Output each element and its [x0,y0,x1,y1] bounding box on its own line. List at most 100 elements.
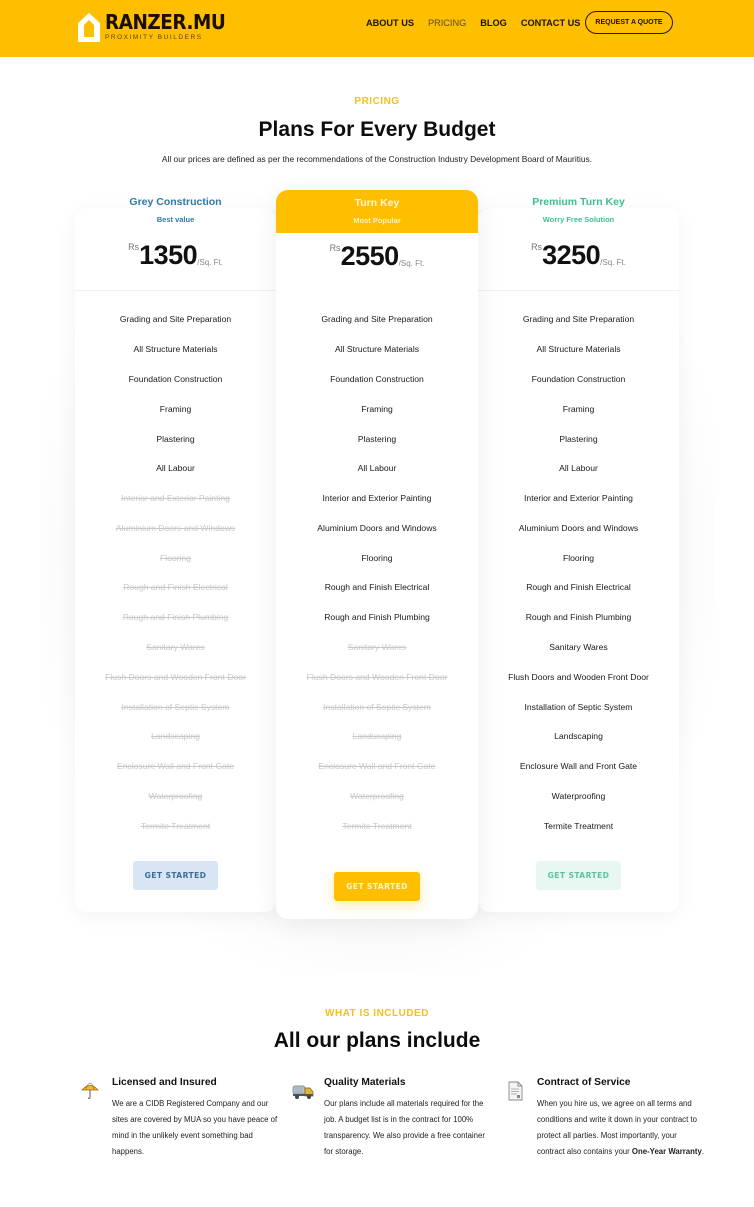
included-eyebrow: WHAT IS INCLUDED [325,1008,429,1019]
included-title: All our plans include [273,1029,481,1052]
plan-feature-item: Enclosure Wall and Front Gate [116,761,235,772]
nav-about-us[interactable]: ABOUT US [366,16,414,30]
feature-title: Licensed and Insured [112,1077,217,1088]
plan-feature-item: Rough and Finish Plumbing [324,612,430,623]
house-icon [78,13,100,42]
plan-feature-item: Termite Treatment [543,820,614,831]
plan-feature-item: Rough and Finish Electrical [526,582,631,593]
plan-feature-item: Flooring [361,552,393,563]
plan-feature-item: Rough and Finish Plumbing [122,612,229,623]
price-currency: Rs [329,243,341,253]
nav-pricing[interactable]: PRICING [428,16,466,30]
price-unit: /Sq. Ft. [398,259,425,268]
plan-feature-item: Waterproofing [551,790,606,801]
feature-text: When you hire us, we agree on all terms … [537,1096,705,1160]
plan-feature-item: Flush Doors and Wooden Front Door [105,671,246,682]
plan-feature-item: Termite Treatment [140,820,211,831]
plan-feature-item: Flooring [562,552,595,563]
plan-feature-item: Foundation Construction [531,373,626,384]
logo-tagline: PROXIMITY BUILDERS [105,34,203,41]
price-unit: /Sq. Ft. [197,258,223,267]
pricing-cards: Grey Construction Best value Rs 1350 /Sq… [0,190,754,970]
warranty-highlight: One-Year Warranty [631,1147,702,1156]
plan-feature-item: Aluminium Doors and Windows [115,522,236,533]
plan-tag: Worry Free Solution [542,215,615,224]
logo[interactable]: RANZER.MU PROXIMITY BUILDERS [77,12,236,43]
plan-feature-item: Plastering [156,433,195,444]
plan-feature-item: Foundation Construction [128,373,223,384]
plan-feature-item: Rough and Finish Electrical [123,582,228,593]
site-header: RANZER.MU PROXIMITY BUILDERS ABOUT US PR… [0,0,754,57]
request-quote-button[interactable]: REQUEST A QUOTE [585,11,673,34]
plan-name: Turn Key [354,197,400,209]
plan-feature-list: Grading and Site Preparation All Structur… [75,305,276,841]
get-started-button[interactable]: GET STARTED [133,861,218,890]
plan-feature-item: Framing [562,403,595,414]
plan-feature-item: Enclosure Wall and Front Gate [519,761,638,772]
plan-feature-item: Termite Treatment [342,820,412,831]
plan-card-premium-turn-key: Premium Turn Key Worry Free Solution Rs … [478,196,679,912]
plan-feature-item: All Structure Materials [536,344,621,355]
plan-tag: Best value [156,215,195,224]
plan-feature-item: Rough and Finish Plumbing [525,612,632,623]
plan-feature-item: Interior and Exterior Painting [524,493,633,504]
plan-feature-item: Framing [159,403,192,414]
plan-feature-item: Sanitary Wares [347,641,407,652]
card-divider [478,290,679,291]
umbrella-icon [81,1082,99,1099]
plan-feature-item: Grading and Site Preparation [321,314,433,325]
plan-feature-item: Aluminium Doors and Windows [317,522,437,533]
plan-feature-item: Sanitary Wares [146,641,205,652]
plan-feature-item: Foundation Construction [330,373,424,384]
plan-feature-item: All Structure Materials [133,344,218,355]
plan-card-grey-construction: Grey Construction Best value Rs 1350 /Sq… [75,196,276,912]
main-nav: ABOUT US PRICING BLOG CONTACT US [366,16,594,30]
plan-feature-item: All Labour [559,463,598,474]
price-currency: Rs [531,242,543,252]
plan-feature-item: Framing [361,403,393,414]
nav-blog[interactable]: BLOG [480,16,507,30]
plan-feature-item: Plastering [559,433,598,444]
plan-feature-item: Landscaping [151,731,200,742]
feature-text-end: . [701,1147,705,1156]
logo-name: RANZER.MU [105,10,226,34]
price-amount: 3250 [542,240,601,270]
plan-feature-item: Interior and Exterior Painting [121,493,230,504]
plan-feature-item: Installation of Septic System [524,701,633,712]
price-amount: 1350 [139,240,198,270]
pricing-subtitle: All our prices are defined as per the re… [161,154,593,164]
pricing-eyebrow: PRICING [354,96,400,107]
plan-feature-item: Flush Doors and Wooden Front Door [508,671,649,682]
plan-name: Grey Construction [129,196,222,208]
feature-text: We are a CIDB Registered Company and our… [112,1099,278,1156]
price-amount: 2550 [340,241,400,271]
plan-name: Premium Turn Key [532,196,625,208]
price-currency: Rs [128,242,140,252]
plan-feature-list: Grading and Site Preparation All Structur… [276,305,478,841]
plan-feature-list: Grading and Site Preparation All Structur… [478,305,679,841]
document-icon [508,1081,523,1101]
plan-feature-item: Sanitary Wares [549,641,608,652]
plan-feature-item: Flush Doors and Wooden Front Door [306,671,448,682]
pricing-title: Plans For Every Budget [258,118,496,141]
feature-text: Our plans include all materials required… [324,1099,485,1156]
plan-feature-item: Rough and Finish Electrical [324,582,430,593]
plan-feature-item: Grading and Site Preparation [522,314,635,325]
card-divider [75,290,276,291]
plan-feature-item: Installation of Septic System [323,701,431,712]
nav-contact-us[interactable]: CONTACT US [521,16,581,30]
plan-feature-item: Aluminium Doors and Windows [518,522,639,533]
plan-feature-item: Flooring [159,552,192,563]
plan-feature-item: Waterproofing [350,790,404,801]
feature-title: Contract of Service [537,1077,631,1088]
feature-title: Quality Materials [324,1077,406,1088]
plan-price: Rs 3250 /Sq. Ft. [478,240,679,270]
plan-feature-item: Landscaping [352,731,402,742]
truck-icon [292,1085,314,1099]
plan-feature-item: Installation of Septic System [121,701,230,712]
plan-feature-item: Grading and Site Preparation [119,314,232,325]
plan-feature-item: Plastering [357,433,397,444]
plan-feature-item: Enclosure Wall and Front Gate [318,761,436,772]
get-started-button[interactable]: GET STARTED [536,861,621,890]
get-started-button[interactable]: GET STARTED [334,872,420,901]
